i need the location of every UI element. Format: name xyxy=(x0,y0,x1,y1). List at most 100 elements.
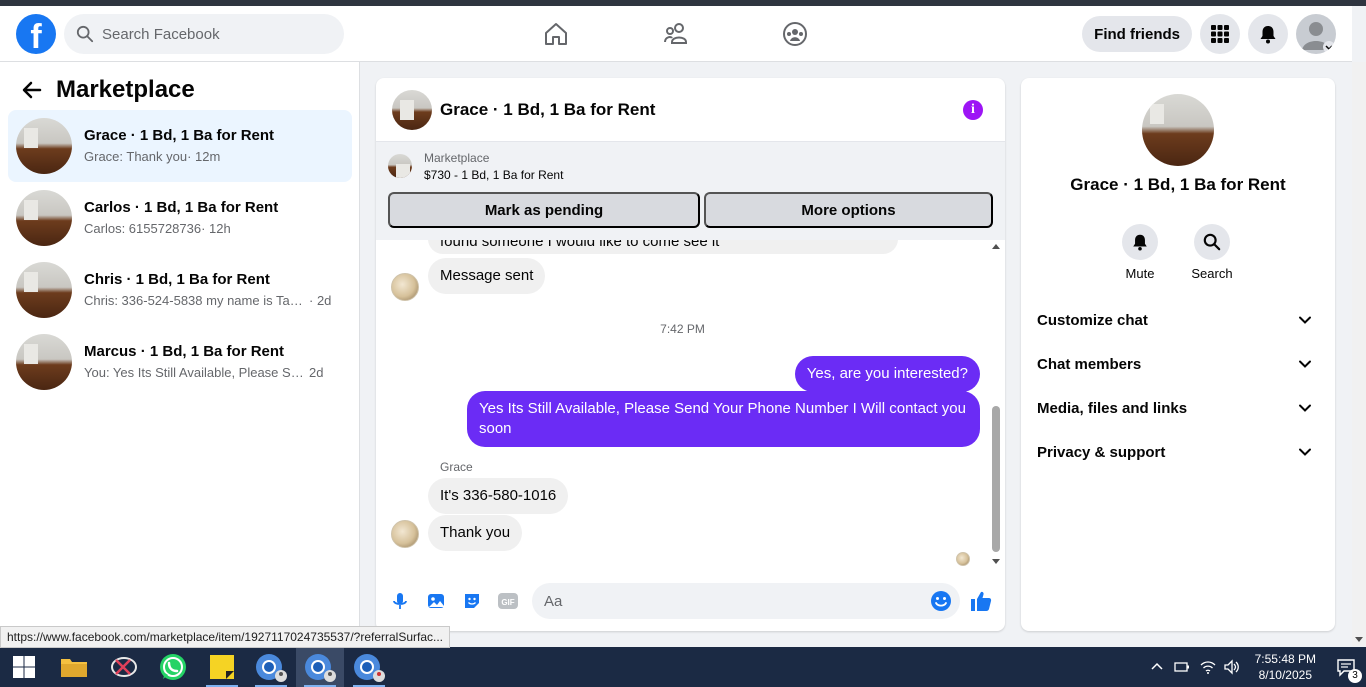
thumbs-up-icon[interactable] xyxy=(969,589,993,613)
file-explorer-button[interactable] xyxy=(50,647,98,687)
menu-button[interactable] xyxy=(1200,14,1240,54)
info-listing-photo[interactable] xyxy=(1142,94,1214,166)
message-bubble-incoming[interactable]: It's 336-580-1016 xyxy=(428,478,569,514)
notifications-button[interactable] xyxy=(1248,14,1288,54)
chevron-up-icon[interactable] xyxy=(1149,659,1165,675)
conversation-title: Carlos · 1 Bd, 1 Ba for Rent xyxy=(84,199,279,216)
mute-button[interactable]: Mute xyxy=(1110,224,1170,281)
scissors-icon xyxy=(111,657,137,677)
chat-panel: Grace · 1 Bd, 1 Ba for Rent i Marketplac… xyxy=(376,78,1005,631)
chrome-profile-button-active[interactable] xyxy=(296,647,344,687)
scroll-down-arrow-icon[interactable] xyxy=(1355,637,1363,642)
chat-title[interactable]: Grace · 1 Bd, 1 Ba for Rent xyxy=(440,100,655,120)
sender-avatar[interactable] xyxy=(391,273,419,301)
system-tray: 7:55:48 PM 8/10/2025 3 xyxy=(1149,647,1366,687)
message-bubble-incoming[interactable]: Message sent xyxy=(428,258,546,294)
message-bubble-outgoing[interactable]: Yes Its Still Available, Please Send You… xyxy=(467,391,980,447)
chrome-icon xyxy=(256,654,287,682)
section-label: Privacy & support xyxy=(1037,443,1166,461)
section-label: Customize chat xyxy=(1037,311,1148,329)
conversation-item[interactable]: Carlos · 1 Bd, 1 Ba for Rent Carlos: 615… xyxy=(8,182,352,254)
microphone-icon xyxy=(393,593,407,609)
scroll-down-arrow-icon[interactable] xyxy=(992,559,1000,564)
chevron-down-icon xyxy=(1299,404,1311,412)
more-options-button[interactable]: More options xyxy=(704,192,993,228)
chat-scrollbar[interactable] xyxy=(991,244,1001,564)
chat-members-section[interactable]: Chat members xyxy=(1029,342,1327,386)
sender-avatar[interactable] xyxy=(391,520,419,548)
privacy-support-section[interactable]: Privacy & support xyxy=(1029,430,1327,474)
page-scrollbar[interactable] xyxy=(1352,62,1366,646)
listing-price[interactable]: $730 - 1 Bd, 1 Ba for Rent xyxy=(424,166,993,184)
battery-icon[interactable] xyxy=(1173,659,1191,675)
find-friends-button[interactable]: Find friends xyxy=(1082,16,1192,52)
chevron-down-icon xyxy=(1299,360,1311,368)
search-input[interactable] xyxy=(102,25,322,43)
mark-pending-button[interactable]: Mark as pending xyxy=(388,192,700,228)
sticker-icon xyxy=(465,594,479,608)
friends-icon[interactable] xyxy=(662,20,690,48)
windows-logo-icon xyxy=(13,656,35,678)
customize-chat-section[interactable]: Customize chat xyxy=(1029,298,1327,342)
groups-icon[interactable] xyxy=(781,20,809,48)
clock-date: 8/10/2025 xyxy=(1258,668,1312,682)
top-navbar: f Find friends xyxy=(0,6,1352,62)
conversation-item[interactable]: Grace · 1 Bd, 1 Ba for Rent Grace: Thank… xyxy=(8,110,352,182)
volume-icon[interactable] xyxy=(1223,659,1241,675)
media-files-links-section[interactable]: Media, files and links xyxy=(1029,386,1327,430)
notification-count-badge: 3 xyxy=(1348,669,1362,683)
chat-listing-thumbnail[interactable] xyxy=(392,89,432,130)
back-arrow-icon[interactable] xyxy=(20,78,44,102)
chrome-profile-button[interactable] xyxy=(247,647,295,687)
emoji-icon[interactable] xyxy=(930,590,952,612)
chevron-down-icon xyxy=(1299,316,1311,324)
listing-thumbnail xyxy=(16,118,72,174)
system-clock[interactable]: 7:55:48 PM 8/10/2025 xyxy=(1255,651,1316,683)
home-icon[interactable] xyxy=(542,20,570,48)
facebook-logo[interactable]: f xyxy=(16,14,56,54)
message-bubble-incoming[interactable]: Thank you xyxy=(428,515,523,551)
windows-taskbar: 7:55:48 PM 8/10/2025 3 xyxy=(0,647,1366,687)
conversation-time: · 12m xyxy=(187,149,221,164)
listing-source: Marketplace xyxy=(424,151,490,165)
message-input[interactable] xyxy=(544,592,914,610)
scrollbar-thumb[interactable] xyxy=(992,406,1000,552)
start-button[interactable] xyxy=(0,647,48,687)
message-list: found someone I would like to come see i… xyxy=(376,240,1005,566)
conversation-item[interactable]: Marcus · 1 Bd, 1 Ba for Rent You: Yes It… xyxy=(8,326,352,398)
info-title: Grace · 1 Bd, 1 Ba for Rent xyxy=(1070,175,1286,194)
conversation-title: Grace · 1 Bd, 1 Ba for Rent xyxy=(84,127,275,144)
search-icon xyxy=(1203,233,1221,251)
message-bubble-outgoing[interactable]: Yes, are you interested? xyxy=(794,356,980,392)
listing-banner-thumbnail xyxy=(388,154,412,178)
conversation-time: · 12h xyxy=(201,221,231,236)
mute-label: Mute xyxy=(1125,266,1155,281)
wifi-icon[interactable] xyxy=(1199,659,1217,675)
chat-info-panel: Grace · 1 Bd, 1 Ba for Rent Mute Search … xyxy=(1021,78,1335,631)
gif-button[interactable]: GIF xyxy=(496,589,520,613)
message-input-box[interactable] xyxy=(532,583,960,619)
search-icon xyxy=(76,25,94,43)
chrome-profile-button[interactable] xyxy=(345,647,393,687)
sticker-button[interactable] xyxy=(460,589,484,613)
info-icon[interactable]: i xyxy=(963,100,983,120)
search-in-chat-button[interactable]: Search xyxy=(1182,224,1242,281)
snipping-tool-button[interactable] xyxy=(100,647,148,687)
scroll-up-arrow-icon[interactable] xyxy=(992,244,1000,249)
message-composer: GIF xyxy=(376,571,1005,631)
search-facebook[interactable] xyxy=(64,14,344,54)
sticky-notes-button[interactable] xyxy=(198,647,246,687)
voice-clip-button[interactable] xyxy=(388,589,412,613)
photo-icon xyxy=(428,594,444,608)
message-text: It's 336-580-1016 xyxy=(440,487,557,504)
whatsapp-button[interactable] xyxy=(149,647,197,687)
clock-time: 7:55:48 PM xyxy=(1254,652,1316,666)
action-center-button[interactable]: 3 xyxy=(1326,647,1366,687)
conversation-item[interactable]: Chris · 1 Bd, 1 Ba for Rent Chris: 336-5… xyxy=(8,254,352,326)
chevron-down-icon xyxy=(1299,448,1311,456)
account-avatar[interactable] xyxy=(1296,14,1336,54)
search-label: Search xyxy=(1191,266,1233,281)
message-bubble-incoming[interactable]: found someone I would like to come see i… xyxy=(428,240,898,254)
attach-media-button[interactable] xyxy=(424,589,448,613)
listing-banner: Marketplace $730 - 1 Bd, 1 Ba for Rent M… xyxy=(376,142,1005,240)
